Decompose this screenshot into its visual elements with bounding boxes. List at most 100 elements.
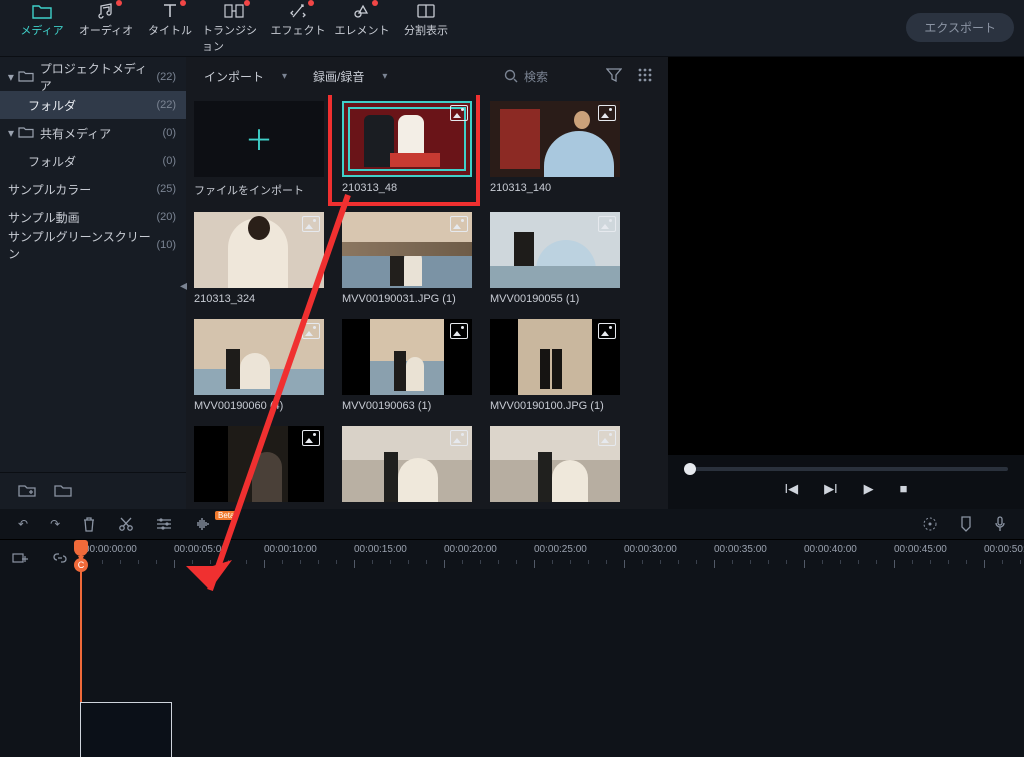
filter-icon[interactable] (606, 68, 624, 84)
media-card[interactable]: 210313_48 (342, 101, 472, 198)
sidebar: ▾ プロジェクトメディア (22) フォルダ (22) ▾ 共有メディア (0)… (0, 57, 186, 509)
sidebar-label: サンプル動画 (8, 209, 80, 226)
folder-icon (18, 70, 34, 84)
sidebar-count: (22) (156, 99, 176, 111)
tab-label: エレメント (335, 22, 390, 38)
record-dropdown[interactable]: 録画/録音▾ (307, 64, 393, 89)
playhead-label: C (74, 558, 88, 572)
sidebar-label: フォルダ (28, 97, 76, 114)
card-caption: MVV00190060 (4) (194, 400, 324, 412)
stop-icon[interactable]: ■ (900, 481, 908, 497)
sidebar-label: フォルダ (28, 153, 76, 170)
image-badge-icon (450, 323, 468, 339)
sidebar-item-shared-media[interactable]: ▾ 共有メディア (0) (0, 119, 186, 147)
import-card[interactable]: ＋ ファイルをインポート (194, 101, 324, 198)
image-badge-icon (450, 105, 468, 121)
cut-icon[interactable] (118, 516, 134, 532)
sidebar-count: (25) (156, 183, 176, 195)
sidebar-item-folder2[interactable]: フォルダ (0) (0, 147, 186, 175)
track-add-icon[interactable] (12, 551, 28, 565)
chevron-down-icon: ▾ (382, 71, 387, 82)
sidebar-count: (10) (156, 239, 176, 251)
notify-dot (372, 0, 378, 6)
image-badge-icon (598, 430, 616, 446)
card-caption: 210313_140 (490, 182, 620, 194)
card-caption: 210313_48 (342, 182, 472, 194)
sidebar-item-sample-video[interactable]: サンプル動画 (20) (0, 203, 186, 231)
tab-element[interactable]: エレメント (330, 0, 394, 38)
tab-title[interactable]: タイトル (138, 0, 202, 38)
export-label: エクスポート (924, 21, 996, 35)
media-card[interactable]: MVV00190031.JPG (1) (342, 212, 472, 305)
card-caption: MVV00190055 (1) (490, 293, 620, 305)
media-card[interactable]: MVV00190055 (1) (490, 212, 620, 305)
sidebar-label: 共有メディア (40, 125, 111, 142)
timeline-toolbar: ↶ ↷ Beta (0, 509, 1024, 539)
tab-label: エフェクト (271, 22, 326, 38)
media-card[interactable] (490, 426, 620, 502)
adjust-icon[interactable] (156, 517, 172, 531)
link-icon[interactable] (52, 551, 68, 565)
search-input[interactable]: 検索 (504, 68, 592, 85)
sidebar-label: サンプルカラー (8, 181, 91, 198)
grid-view-icon[interactable] (638, 68, 656, 84)
play-icon[interactable]: ▶ (864, 481, 874, 497)
sidebar-item-greenscreen[interactable]: サンプルグリーンスクリーン (10) (0, 231, 186, 259)
media-card[interactable] (342, 426, 472, 502)
sidebar-count: (0) (163, 155, 176, 167)
media-card[interactable]: 210313_140 (490, 101, 620, 198)
sidebar-count: (22) (156, 71, 176, 83)
collapse-left-icon[interactable]: ◂ (180, 277, 187, 294)
tab-label: メディア (20, 22, 63, 38)
redo-icon[interactable]: ↷ (50, 517, 60, 531)
new-folder-icon[interactable] (18, 483, 36, 499)
transition-icon (223, 2, 245, 20)
top-tab-bar: メディア オーディオ タイトル トランジション (0, 0, 1024, 56)
tab-label: タイトル (148, 22, 192, 38)
folder-icon (31, 2, 53, 20)
sidebar-label: プロジェクトメディア (40, 60, 157, 94)
delete-icon[interactable] (82, 516, 96, 532)
sidebar-item-project-media[interactable]: ▾ プロジェクトメディア (22) (0, 63, 186, 91)
media-card[interactable] (194, 426, 324, 502)
timeline-tracks[interactable]: C (0, 576, 1024, 757)
tab-transition[interactable]: トランジション (202, 0, 266, 54)
sidebar-label: サンプルグリーンスクリーン (8, 228, 156, 262)
timeline-ruler[interactable]: 00:00:00:0000:00:05:0000:00:10:0000:00:1… (80, 540, 1024, 576)
playhead-grip[interactable] (74, 540, 88, 556)
render-icon[interactable] (922, 516, 938, 532)
audio-wave-icon[interactable] (194, 517, 212, 531)
tab-effect[interactable]: エフェクト (266, 0, 330, 38)
media-card[interactable]: MVV00190063 (1) (342, 319, 472, 412)
export-button[interactable]: エクスポート (906, 13, 1014, 42)
undo-icon[interactable]: ↶ (18, 517, 28, 531)
seek-knob[interactable] (684, 463, 696, 475)
shapes-icon (351, 2, 373, 20)
prev-frame-icon[interactable]: I◀ (784, 481, 798, 497)
step-fwd-icon[interactable]: ▶I (824, 481, 838, 497)
mic-icon[interactable] (994, 516, 1006, 532)
sidebar-item-folder[interactable]: フォルダ (22) (0, 91, 186, 119)
preview-video[interactable] (668, 57, 1024, 455)
tab-media[interactable]: メディア (10, 0, 74, 38)
tab-splitview[interactable]: 分割表示 (394, 0, 458, 38)
import-dropdown[interactable]: インポート▾ (198, 64, 293, 89)
tab-label: トランジション (202, 22, 266, 54)
tab-audio[interactable]: オーディオ (74, 0, 138, 38)
tab-label: 分割表示 (404, 22, 448, 38)
marker-icon[interactable] (960, 516, 972, 532)
image-badge-icon (598, 105, 616, 121)
media-card[interactable]: MVV00190100.JPG (1) (490, 319, 620, 412)
preview-panel: I◀ ▶I ▶ ■ (668, 57, 1024, 509)
empty-clip-slot[interactable] (80, 702, 172, 757)
image-badge-icon (302, 430, 320, 446)
dd-label: インポート (204, 68, 264, 85)
timeline-panel: ↶ ↷ Beta 00:00:00:0000:00:05:0000:00:10:… (0, 509, 1024, 757)
media-card[interactable]: MVV00190060 (4) (194, 319, 324, 412)
folder-outline-icon[interactable] (54, 483, 72, 499)
preview-seek[interactable] (684, 467, 1008, 471)
sidebar-item-sample-color[interactable]: サンプルカラー (25) (0, 175, 186, 203)
media-card[interactable]: 210313_324 (194, 212, 324, 305)
image-badge-icon (302, 216, 320, 232)
sidebar-count: (20) (156, 211, 176, 223)
